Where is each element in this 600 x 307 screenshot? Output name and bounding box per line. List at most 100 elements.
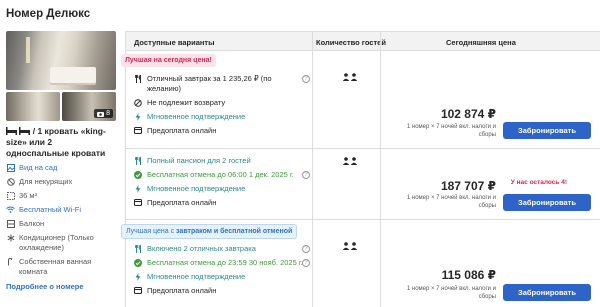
ac-icon (7, 234, 14, 242)
two-guests-icon (342, 242, 358, 250)
room-thumb-photo[interactable] (6, 92, 60, 121)
two-guests-icon (342, 157, 358, 165)
rate-option: Предоплата онлайн (134, 286, 312, 296)
help-icon[interactable]: ? (302, 171, 310, 179)
option-text: Предоплата онлайн (147, 286, 217, 295)
rate-options: Отличный завтрак за 1 235,26 ₽ (по желан… (134, 74, 312, 140)
price-note: 1 номер × 7 ночей вкл. налоги и сборы (406, 124, 496, 138)
check-icon (134, 259, 142, 267)
rate-option: Мгновенное подтверждение (134, 112, 312, 122)
room-feature: Кондиционер (Только охлаждение) (6, 233, 116, 253)
bathroom-icon (7, 258, 12, 266)
rate-option: Включено 2 отличных завтрака ? (134, 244, 312, 254)
photo-bed (50, 67, 96, 83)
header-price: Сегодняшняя цена (446, 38, 516, 47)
bed-type: / 1 кровать «king-size» или 2 односпальн… (6, 126, 116, 159)
column-divider (312, 32, 313, 307)
book-button[interactable]: Забронировать (503, 122, 591, 139)
room-feature[interactable]: Вид на сад (6, 163, 116, 173)
price-note: 1 номер × 7 ночей вкл. налоги и сборы (406, 195, 496, 209)
feature-label: Собственная ванная комната (19, 257, 92, 276)
meal-icon (134, 75, 141, 83)
help-icon[interactable]: ? (302, 245, 310, 253)
page-title: Номер Делюкс (6, 8, 91, 20)
wifi-icon (6, 206, 15, 213)
header-options: Доступные варианты (134, 38, 215, 47)
room-feature: Собственная ванная комната (6, 257, 116, 277)
badge-bold: завтраком и бесплатной отменой (176, 228, 293, 235)
room-main-photo[interactable] (6, 31, 116, 90)
rate-options: Полный пансион для 2 гостей Бесплатная о… (134, 156, 312, 212)
double-bed-icon (6, 127, 17, 135)
room-info-panel: 8 / 1 кровать «king-size» или 2 односпал… (6, 31, 116, 291)
bolt-icon (135, 185, 141, 193)
meal-icon (134, 157, 141, 165)
check-icon (134, 171, 142, 179)
option-text: Мгновенное подтверждение (147, 272, 246, 281)
best-price-breakfast-badge: Лучшая цена с завтраком и бесплатной отм… (121, 224, 298, 239)
card-icon (134, 127, 142, 134)
row-divider (126, 148, 600, 149)
help-icon[interactable]: ? (302, 259, 310, 267)
room-feature: 36 м² (6, 191, 116, 201)
balcony-icon (6, 220, 15, 228)
badge-prefix: Лучшая цена с (126, 228, 177, 235)
guest-count (342, 157, 358, 167)
rate-option: Предоплата онлайн (134, 126, 312, 136)
bolt-icon (135, 273, 141, 281)
book-button[interactable]: Забронировать (503, 284, 591, 301)
room-feature: Балкон (6, 219, 116, 229)
room-details-link[interactable]: Подробнее о номере (6, 282, 116, 291)
column-divider (380, 32, 381, 307)
camera-icon (97, 111, 105, 117)
guest-count (342, 73, 358, 83)
rates-table: Доступные варианты Количество гостей Сег… (121, 31, 600, 307)
photo-count: 8 (106, 110, 110, 117)
no-smoking-icon (6, 178, 15, 186)
rate-option: Бесплатная отмена до 06:00 1 дек. 2025 г… (134, 170, 312, 180)
price-note: 1 номер × 7 ночей вкл. налоги и сборы (406, 286, 496, 300)
rate-option: Не подлежит возврату (134, 98, 312, 108)
room-feature[interactable]: Бесплатный Wi-Fi (6, 205, 116, 215)
row-divider (126, 219, 600, 220)
room-thumb-photo[interactable]: 8 (62, 92, 116, 121)
option-text: Включено 2 отличных завтрака (147, 244, 256, 253)
photo-lamp (26, 37, 30, 63)
rate-option: Мгновенное подтверждение (134, 184, 312, 194)
meal-icon (134, 245, 141, 253)
rate-option: Мгновенное подтверждение (134, 272, 312, 282)
feature-label: Для некурящих (19, 177, 73, 186)
view-icon (6, 164, 15, 172)
single-bed-icon (19, 127, 31, 135)
rates-table-header: Доступные варианты Количество гостей Сег… (126, 32, 600, 51)
two-guests-icon (342, 73, 358, 81)
guest-count (342, 242, 358, 252)
option-text: Полный пансион для 2 гостей (147, 156, 251, 165)
rate-price: 115 086 ₽ (441, 268, 496, 282)
rate-option: Предоплата онлайн (134, 198, 312, 208)
rate-price: 187 707 ₽ (440, 179, 496, 193)
book-button[interactable]: Забронировать (503, 194, 591, 211)
option-text: Отличный завтрак за 1 235,26 ₽ (по желан… (147, 74, 272, 93)
feature-label: Кондиционер (Только охлаждение) (19, 233, 94, 252)
feature-label: 36 м² (19, 191, 38, 200)
photo-thumbnails: 8 (6, 92, 116, 121)
card-icon (134, 287, 142, 294)
header-guests: Количество гостей (316, 38, 386, 47)
rate-option: Отличный завтрак за 1 235,26 ₽ (по желан… (134, 74, 312, 94)
rate-price: 102 874 ₽ (440, 107, 496, 121)
rate-option: Бесплатная отмена до 23:59 30 нояб. 2025… (134, 258, 312, 268)
option-text: Мгновенное подтверждение (147, 112, 246, 121)
area-icon (6, 192, 15, 200)
feature-label: Бесплатный Wi-Fi (19, 205, 82, 214)
card-icon (134, 199, 142, 206)
feature-label: Вид на сад (19, 163, 58, 172)
option-text: Не подлежит возврату (147, 98, 226, 107)
rate-options: Включено 2 отличных завтрака ? Бесплатна… (134, 244, 312, 300)
help-icon[interactable]: ? (302, 75, 310, 83)
option-text: Предоплата онлайн (147, 126, 217, 135)
best-price-badge: Лучшая на сегодня цена! (121, 54, 216, 67)
option-text: Бесплатная отмена до 06:00 1 дек. 2025 г… (147, 170, 294, 179)
bolt-icon (135, 113, 141, 121)
no-refund-icon (134, 99, 142, 107)
